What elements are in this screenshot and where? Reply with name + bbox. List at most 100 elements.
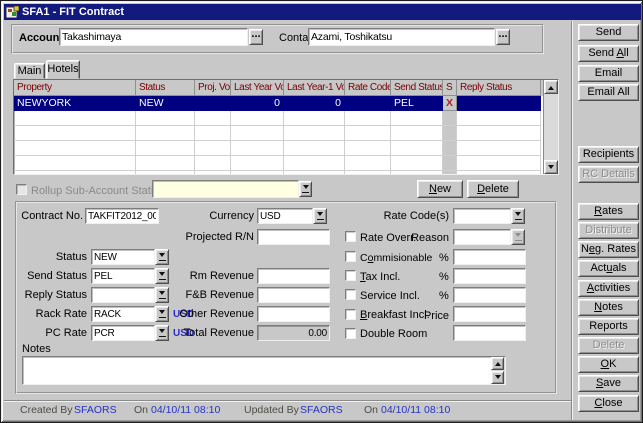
double-room-input[interactable] xyxy=(453,325,526,341)
arrow-down-icon xyxy=(495,375,501,382)
send-status-combo xyxy=(91,268,169,284)
updated-on-label: On xyxy=(364,404,378,416)
delete-row-button[interactable]: Delete xyxy=(467,180,519,198)
scroll-up-button[interactable] xyxy=(544,80,558,94)
reply-status-dropdown-button[interactable] xyxy=(155,287,169,303)
side-button-email-all[interactable]: Email All xyxy=(578,84,639,101)
arrow-up-icon xyxy=(495,359,501,366)
scroll-down-button[interactable] xyxy=(544,160,558,174)
status-bar: Created By SFAORS On 04/10/11 08:10 Upda… xyxy=(4,404,571,419)
table-row-empty[interactable] xyxy=(14,126,558,141)
tax-incl-checkbox[interactable] xyxy=(345,270,356,281)
projected-rn-label: Projected R/N xyxy=(179,231,254,243)
tax-incl-input[interactable] xyxy=(453,268,526,284)
tab-hotels[interactable]: Hotels xyxy=(46,60,80,79)
fb-revenue-input[interactable] xyxy=(257,287,330,303)
breakfast-price-input[interactable] xyxy=(453,306,526,322)
rollup-dropdown-button[interactable] xyxy=(299,181,312,197)
cell-status xyxy=(136,171,195,175)
table-scrollbar[interactable] xyxy=(543,80,558,174)
side-button-actuals[interactable]: Actuals xyxy=(578,260,639,277)
service-incl-checkbox[interactable] xyxy=(345,289,356,300)
status-input[interactable] xyxy=(91,249,155,265)
send-status-input[interactable] xyxy=(91,268,155,284)
statusbar-separator xyxy=(4,400,571,402)
side-button-rates[interactable]: Rates xyxy=(578,203,639,220)
cell-rate_code xyxy=(345,111,391,126)
tab-main[interactable]: Main xyxy=(14,63,45,79)
account-label: Account xyxy=(19,32,63,44)
contract-no-input[interactable] xyxy=(85,208,159,224)
cell-reply_status xyxy=(457,111,541,126)
column-header-reply_status: Reply Status xyxy=(457,80,541,96)
cell-send_status: PEL xyxy=(391,96,443,111)
status-dropdown-button[interactable] xyxy=(155,249,169,265)
side-button-email[interactable]: Email xyxy=(578,65,639,82)
pc-rate-input[interactable] xyxy=(91,325,155,341)
notes-textarea[interactable] xyxy=(22,356,506,385)
breakfast-price-label: Price xyxy=(409,310,449,322)
contact-browse-button[interactable]: ... xyxy=(496,29,510,45)
currency-dropdown-button[interactable] xyxy=(313,208,327,224)
pc-rate-dropdown-button[interactable] xyxy=(155,325,169,341)
commissionable-input[interactable] xyxy=(453,249,526,265)
title-bar[interactable]: SFA1 - FIT Contract xyxy=(4,4,641,20)
send-status-dropdown-button[interactable] xyxy=(155,268,169,284)
commissionable-checkbox[interactable] xyxy=(345,251,356,262)
created-on-label: On xyxy=(134,404,148,416)
side-button-close[interactable]: Close xyxy=(578,395,639,412)
table-row-empty[interactable] xyxy=(14,156,558,171)
side-button-send[interactable]: Send xyxy=(578,24,639,41)
side-button-reports[interactable]: Reports xyxy=(578,318,639,335)
rack-rate-input[interactable] xyxy=(91,306,155,322)
rate-codes-input[interactable] xyxy=(453,208,511,224)
side-button-activities[interactable]: Activities xyxy=(578,280,639,297)
rollup-input[interactable] xyxy=(152,180,299,198)
rate-overr-checkbox[interactable] xyxy=(345,231,356,242)
account-browse-button[interactable]: ... xyxy=(249,29,263,45)
rack-rate-dropdown-button[interactable] xyxy=(155,306,169,322)
table-row-empty[interactable] xyxy=(14,141,558,156)
created-by-label: Created By xyxy=(20,404,73,416)
table-row-empty[interactable] xyxy=(14,111,558,126)
status-combo xyxy=(91,249,169,265)
rm-revenue-input[interactable] xyxy=(257,268,330,284)
double-room-checkbox[interactable] xyxy=(345,328,356,339)
column-header-status: Status xyxy=(136,80,195,96)
projected-rn-input[interactable] xyxy=(257,229,330,245)
side-button-neg-rates[interactable]: Neg. Rates xyxy=(578,241,639,258)
table-row-selected[interactable]: NEWYORKNEW00PELX xyxy=(14,96,558,111)
side-button-ok[interactable]: OK xyxy=(578,356,639,373)
rate-codes-dropdown-button[interactable] xyxy=(511,208,525,224)
cell-proj_vol xyxy=(195,156,231,171)
side-button-recipients[interactable]: Recipients xyxy=(578,146,639,163)
notes-scroll-up-button[interactable] xyxy=(491,357,504,370)
new-button[interactable]: New xyxy=(417,180,463,198)
cell-last_year_vol: 0 xyxy=(231,96,284,111)
breakfast-incl-checkbox[interactable] xyxy=(345,309,356,320)
hotel-table-body: NEWYORKNEW00PELX xyxy=(14,96,558,175)
currency-input[interactable] xyxy=(257,208,313,224)
cell-s xyxy=(443,171,457,175)
account-input[interactable] xyxy=(59,28,248,46)
service-incl-input[interactable] xyxy=(453,287,526,303)
cell-proj_vol xyxy=(195,111,231,126)
reason-input[interactable] xyxy=(453,229,511,245)
total-revenue-label: Total Revenue xyxy=(179,327,254,339)
created-on-value: 04/10/11 08:10 xyxy=(151,404,220,416)
side-button-send-all[interactable]: Send All xyxy=(578,45,639,62)
contact-input[interactable] xyxy=(308,28,495,46)
dropdown-arrow-icon xyxy=(303,185,309,192)
other-revenue-input[interactable] xyxy=(257,306,330,322)
notes-scrollbar[interactable] xyxy=(491,357,505,384)
cell-send_status xyxy=(391,126,443,141)
contract-no-label: Contract No. xyxy=(11,210,83,222)
cell-property xyxy=(14,171,136,175)
reply-status-input[interactable] xyxy=(91,287,155,303)
reason-combo xyxy=(453,229,525,245)
side-button-save[interactable]: Save xyxy=(578,375,639,392)
notes-scroll-down-button[interactable] xyxy=(491,371,504,384)
side-button-notes[interactable]: Notes xyxy=(578,299,639,316)
cell-reply_status xyxy=(457,96,541,111)
table-row-empty[interactable] xyxy=(14,171,558,175)
